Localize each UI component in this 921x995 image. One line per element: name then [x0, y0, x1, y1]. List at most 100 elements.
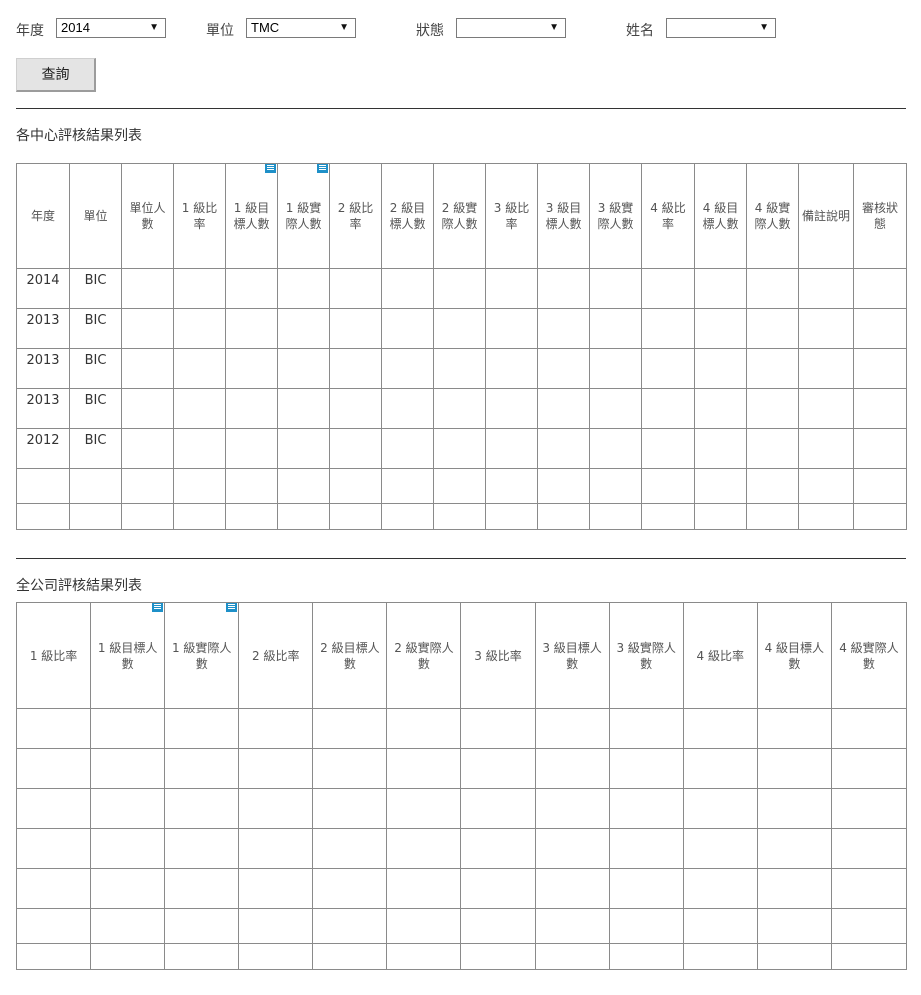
center-table-title: 各中心評核結果列表 — [16, 128, 142, 144]
table-cell — [312, 868, 388, 909]
column-header-label: 3 級目標人數 — [545, 201, 582, 231]
table-row[interactable] — [16, 468, 907, 504]
table-cell — [798, 348, 854, 389]
table-cell — [433, 388, 486, 429]
table-cell — [798, 388, 854, 429]
table-cell — [608, 708, 684, 749]
table-row[interactable] — [15, 868, 908, 909]
column-header-label: 3 級比率 — [474, 648, 522, 663]
table-cell — [381, 503, 434, 530]
column-header: 1 級比率 — [173, 163, 226, 269]
note-icon[interactable] — [317, 164, 328, 173]
table-cell — [312, 943, 388, 970]
table-cell — [386, 828, 462, 869]
table-cell — [798, 268, 854, 309]
table-cell — [682, 868, 758, 909]
column-header-label: 2 級比率 — [337, 201, 374, 231]
table-cell — [534, 788, 610, 829]
table-row[interactable] — [15, 788, 908, 829]
table-cell — [682, 748, 758, 789]
table-cell — [90, 943, 166, 970]
table-cell — [173, 428, 226, 469]
year-select[interactable]: 2014 ▼ — [56, 18, 166, 38]
column-header-label: 2 級目標人數 — [320, 640, 380, 671]
table-cell — [121, 428, 174, 469]
table-cell — [173, 503, 226, 530]
status-select[interactable]: ▼ — [456, 18, 566, 38]
table-cell — [694, 268, 747, 309]
table-cell — [537, 348, 590, 389]
table-row[interactable] — [15, 828, 908, 869]
year-label: 年度 — [16, 23, 44, 39]
table-row[interactable]: 2013 BIC — [16, 308, 907, 349]
unit-cell: BIC — [69, 268, 122, 309]
note-icon[interactable] — [265, 164, 276, 173]
table-row[interactable]: 2014 BIC — [16, 268, 907, 309]
column-header-label: 1 級比率 — [181, 201, 218, 231]
table-row[interactable] — [15, 748, 908, 789]
table-cell — [641, 268, 695, 309]
table-row[interactable]: 2012 BIC — [16, 428, 907, 469]
unit-cell: BIC — [69, 348, 122, 389]
table-cell — [641, 503, 695, 530]
table-cell — [608, 943, 684, 970]
table-cell — [460, 908, 536, 944]
unit-select[interactable]: TMC ▼ — [246, 18, 356, 38]
table-cell — [433, 503, 486, 530]
name-select[interactable]: ▼ — [666, 18, 776, 38]
unit-label: 單位 — [206, 23, 234, 39]
column-header: 4 級比率 — [682, 602, 758, 709]
table-cell — [381, 268, 434, 309]
table-cell — [121, 348, 174, 389]
unit-cell: BIC — [69, 388, 122, 429]
column-header: 1 級目標人數 — [90, 602, 166, 709]
table-cell — [90, 868, 166, 909]
column-header-label: 2 級實際人數 — [441, 201, 478, 231]
table-cell — [164, 708, 240, 749]
table-cell — [537, 503, 590, 530]
table-row[interactable]: 2013 BIC — [16, 388, 907, 429]
unit-select-value: TMC — [251, 20, 280, 35]
table-cell — [746, 308, 799, 349]
table-row[interactable] — [16, 503, 907, 530]
table-row[interactable]: 2013 BIC — [16, 348, 907, 389]
table-cell — [756, 868, 832, 909]
column-header: 2 級比率 — [329, 163, 382, 269]
note-icon[interactable] — [152, 603, 164, 612]
unit-cell: BIC — [69, 428, 122, 469]
table-cell — [329, 388, 382, 429]
center-results-table: 年度 單位 單位人數 1 級比率 1 級目標人數 1 級實際人數 2 級比率 2 級目標人數 2… — [16, 163, 907, 530]
table-cell — [485, 428, 538, 469]
table-cell — [641, 388, 695, 429]
table-cell — [277, 503, 330, 530]
table-cell — [386, 748, 462, 789]
column-header: 3 級比率 — [485, 163, 538, 269]
table-cell — [16, 503, 70, 530]
column-header: 2 級實際人數 — [386, 602, 462, 709]
note-icon[interactable] — [226, 603, 238, 612]
table-cell — [238, 788, 314, 829]
column-header-label: 3 級實際人數 — [616, 640, 676, 671]
query-button[interactable]: 查詢 — [16, 58, 96, 92]
table-cell — [386, 708, 462, 749]
table-cell — [69, 503, 122, 530]
table-row[interactable] — [15, 943, 908, 970]
table-cell — [164, 788, 240, 829]
table-row[interactable] — [15, 908, 908, 944]
table-cell — [15, 788, 92, 829]
table-row[interactable] — [15, 708, 908, 749]
table-cell — [164, 748, 240, 789]
company-table-title: 全公司評核結果列表 — [16, 578, 142, 594]
table-cell — [589, 268, 642, 309]
table-cell — [277, 268, 330, 309]
table-cell — [460, 708, 536, 749]
table-cell — [537, 428, 590, 469]
table-cell — [534, 748, 610, 789]
table-cell — [90, 908, 166, 944]
table-cell — [173, 308, 226, 349]
table-cell — [381, 348, 434, 389]
table-cell — [537, 388, 590, 429]
column-header-label: 1 級目標人數 — [233, 201, 270, 231]
column-header: 1 級比率 — [15, 602, 92, 709]
column-header: 備註說明 — [798, 163, 854, 269]
